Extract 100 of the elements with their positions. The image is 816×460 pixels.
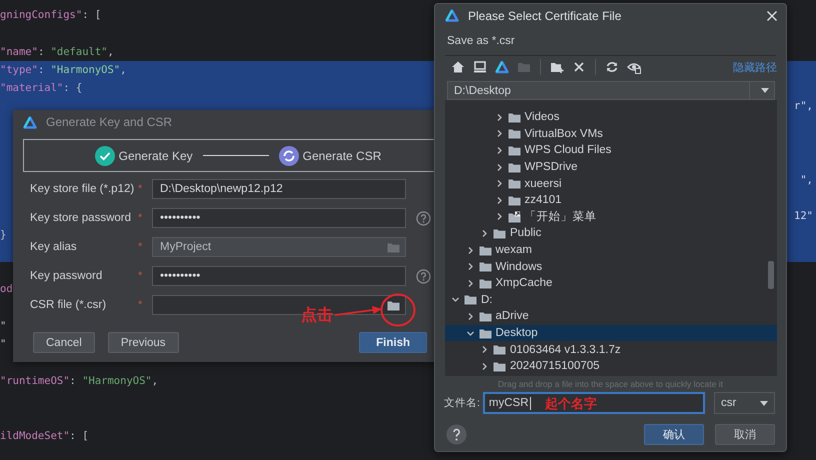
path-combobox[interactable]: D:\Desktop bbox=[447, 81, 775, 100]
chevron-icon[interactable] bbox=[480, 228, 489, 238]
folder-icon bbox=[464, 294, 477, 306]
annotation-text: 起个名字 bbox=[544, 395, 597, 413]
chevron-icon[interactable] bbox=[494, 196, 504, 205]
code-line: ildModeSet": [ bbox=[0, 428, 89, 444]
tree-item[interactable]: XmpCache bbox=[445, 274, 777, 292]
home-icon[interactable] bbox=[451, 60, 465, 74]
chevron-icon[interactable] bbox=[480, 345, 489, 354]
refresh-icon[interactable] bbox=[605, 60, 619, 74]
scrollbar[interactable] bbox=[768, 261, 774, 289]
tree-item[interactable]: 「开始」菜单 bbox=[445, 208, 777, 226]
folder-icon bbox=[387, 242, 400, 252]
dialog-button[interactable]: 确认 bbox=[644, 424, 704, 445]
highlight-circle bbox=[380, 293, 416, 327]
close-icon[interactable] bbox=[766, 10, 778, 22]
tree-item[interactable]: Public bbox=[445, 225, 777, 242]
folder-icon bbox=[508, 128, 520, 140]
chevron-icon[interactable] bbox=[480, 362, 489, 371]
code-line: "runtimeOS": "HarmonyOS", bbox=[0, 374, 158, 389]
dialog-button[interactable]: Finish bbox=[359, 332, 427, 353]
window-title: Generate Key and CSR bbox=[46, 115, 172, 129]
tree-item[interactable]: Desktop bbox=[445, 324, 777, 342]
window-title: Please Select Certificate File bbox=[468, 8, 622, 22]
arrow-annotation bbox=[335, 305, 383, 317]
dialog-subtitle: Save as *.csr bbox=[447, 35, 515, 47]
filetype-dropdown[interactable]: csr bbox=[714, 392, 775, 414]
tree-item[interactable]: zz4101 bbox=[445, 192, 777, 209]
computer-icon[interactable] bbox=[473, 60, 487, 74]
logo-icon bbox=[23, 116, 37, 128]
chevron-icon[interactable] bbox=[451, 295, 460, 304]
required-mark: * bbox=[138, 212, 144, 224]
folder-icon bbox=[493, 344, 506, 356]
tree-item[interactable]: Windows bbox=[445, 258, 777, 275]
step-connector bbox=[202, 155, 269, 156]
dropdown-arrow-icon bbox=[761, 88, 769, 93]
field-label: Key password bbox=[30, 270, 104, 282]
required-mark: * bbox=[138, 241, 144, 253]
chevron-icon[interactable] bbox=[466, 328, 474, 338]
tree-item[interactable]: 20240715100705 bbox=[445, 358, 777, 374]
step-label: Generate CSR bbox=[302, 148, 382, 162]
text-field[interactable]: •••••••••• bbox=[152, 208, 406, 228]
tree-item[interactable]: xueersi bbox=[445, 175, 777, 192]
tree-item[interactable]: Videos bbox=[445, 109, 777, 126]
logo-icon bbox=[445, 9, 459, 22]
text-field[interactable]: •••••••••• bbox=[152, 266, 406, 286]
chevron-icon[interactable] bbox=[494, 162, 504, 172]
new-folder-icon[interactable] bbox=[550, 60, 564, 74]
code-fragment: ", bbox=[800, 172, 814, 188]
folder-icon bbox=[508, 112, 520, 123]
field-label: Key store file (*.p12) bbox=[30, 183, 136, 195]
chevron-icon[interactable] bbox=[494, 112, 504, 122]
folder-icon bbox=[508, 162, 520, 173]
dialog-button[interactable]: 取消 bbox=[715, 424, 775, 445]
chevron-icon[interactable] bbox=[466, 278, 474, 288]
shortcut-folder-icon bbox=[508, 210, 520, 223]
dialog-button[interactable]: Previous bbox=[108, 332, 179, 353]
text-field[interactable]: D:\Desktop\newp12.p12 bbox=[152, 179, 406, 199]
code-fragment: r", bbox=[794, 99, 814, 114]
chevron-icon[interactable] bbox=[494, 129, 504, 138]
tree-item[interactable]: D: bbox=[445, 292, 777, 308]
folder-icon bbox=[508, 144, 520, 156]
chevron-icon[interactable] bbox=[494, 212, 504, 222]
tree-item[interactable]: WPS Cloud Files bbox=[445, 142, 777, 159]
folder-icon bbox=[478, 328, 492, 339]
field-label: CSR file (*.csr) bbox=[30, 299, 108, 311]
tree-item[interactable]: wexam bbox=[445, 242, 777, 258]
tree-item[interactable]: aDrive bbox=[445, 308, 777, 325]
help-icon[interactable] bbox=[416, 268, 431, 284]
chevron-icon[interactable] bbox=[466, 262, 474, 272]
tree-item[interactable]: 01063464 v1.3.3.1.7z bbox=[445, 341, 777, 358]
chevron-icon[interactable] bbox=[466, 246, 474, 255]
annotation-text: 点击 bbox=[301, 306, 333, 326]
help-icon[interactable] bbox=[446, 424, 467, 445]
required-mark: * bbox=[138, 183, 144, 195]
x-icon[interactable] bbox=[572, 60, 586, 74]
field-label: 文件名: bbox=[444, 396, 480, 410]
folder-icon bbox=[478, 310, 492, 322]
chevron-icon[interactable] bbox=[466, 312, 474, 321]
code-line: " bbox=[0, 337, 6, 352]
folder-icon bbox=[493, 360, 506, 372]
code-line: "material": { bbox=[0, 81, 82, 96]
folder-icon bbox=[478, 278, 492, 289]
code-line: gningConfigs": [ bbox=[0, 8, 102, 23]
tree-item[interactable]: WPSDrive bbox=[445, 158, 777, 176]
dropdown-arrow-icon bbox=[760, 400, 768, 406]
field-label: Key store password bbox=[30, 212, 132, 224]
dialog-button[interactable]: Cancel bbox=[33, 332, 95, 353]
browse-button[interactable] bbox=[387, 300, 400, 310]
chevron-icon[interactable] bbox=[494, 179, 504, 188]
required-mark: * bbox=[138, 270, 144, 282]
step-label: Generate Key bbox=[118, 148, 193, 162]
logo-icon[interactable] bbox=[495, 60, 509, 74]
code-line: } bbox=[0, 228, 6, 243]
code-line: od bbox=[0, 282, 13, 298]
filename-field[interactable]: myCSR 起个名字 bbox=[482, 392, 705, 414]
tree-item[interactable]: VirtualBox VMs bbox=[445, 126, 777, 142]
chevron-icon[interactable] bbox=[494, 146, 504, 155]
help-icon[interactable] bbox=[416, 210, 431, 226]
required-mark: * bbox=[138, 299, 144, 311]
